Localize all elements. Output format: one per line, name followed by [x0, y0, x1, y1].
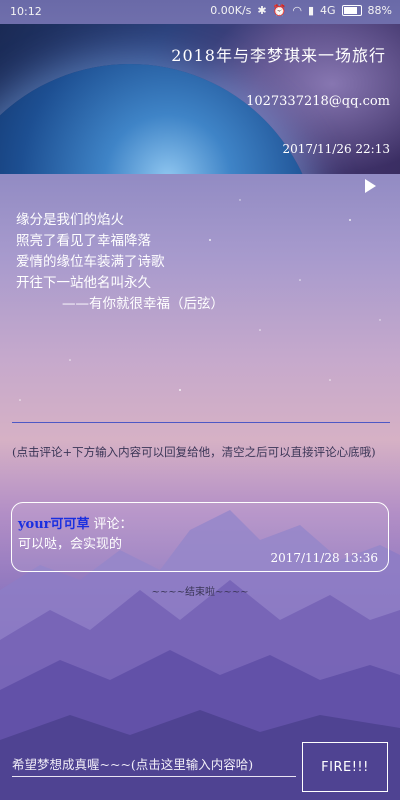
post-date: 2017/11/26 22:13	[282, 142, 390, 156]
status-time: 10:12	[10, 5, 42, 18]
wifi-icon: ◠	[292, 4, 302, 17]
divider	[12, 422, 390, 423]
network-type: 4G	[320, 4, 336, 17]
poem-line: 爱情的缘位车装满了诗歌	[16, 254, 165, 270]
network-speed: 0.00K/s	[210, 4, 252, 17]
poem-signature: ——有你就很幸福（后弦）	[62, 296, 224, 312]
author-email: 1027337218@qq.com	[246, 94, 390, 109]
bluetooth-icon: ✱	[257, 4, 267, 17]
poem-line: 开往下一站他名叫永久	[16, 275, 151, 291]
comment-time: 2017/11/28 13:36	[270, 551, 378, 565]
comment-header: your可可草 评论：	[18, 513, 133, 532]
battery-percent: 88%	[367, 4, 392, 17]
comment-input[interactable]	[12, 752, 296, 777]
battery-icon	[341, 5, 362, 16]
fire-button[interactable]: FIRE!!!	[302, 742, 388, 792]
end-marker: ~~~~结束啦~~~~	[151, 587, 249, 598]
poem-line: 缘分是我们的焰火	[16, 212, 124, 228]
comment-card[interactable]: your可可草 评论： 可以哒，会实现的 2017/11/28 13:36	[11, 502, 389, 572]
poem-line: 照亮了看见了幸福降落	[16, 233, 151, 249]
page-title: 2018年与李梦琪来一场旅行	[171, 46, 386, 65]
comment-content: 可以哒，会实现的	[18, 537, 123, 552]
play-icon[interactable]	[362, 178, 378, 194]
alarm-icon: ⏰	[272, 4, 287, 17]
comment-label: 评论：	[93, 517, 133, 532]
poem-text: 缘分是我们的焰火 照亮了看见了幸福降落 爱情的缘位车装满了诗歌 开往下一站他名叫…	[16, 210, 224, 315]
signal-icon: ▮	[307, 4, 315, 17]
comment-hint: (点击评论+下方输入内容可以回复给他，清空之后可以直接评论心底哦)	[12, 445, 376, 459]
status-bar: 10:12 0.00K/s ✱ ⏰ ◠ ▮ 4G 88%	[0, 0, 400, 24]
header-banner: 2018年与李梦琪来一场旅行 1027337218@qq.com 2017/11…	[0, 24, 400, 174]
comment-user[interactable]: your可可草	[18, 517, 90, 532]
